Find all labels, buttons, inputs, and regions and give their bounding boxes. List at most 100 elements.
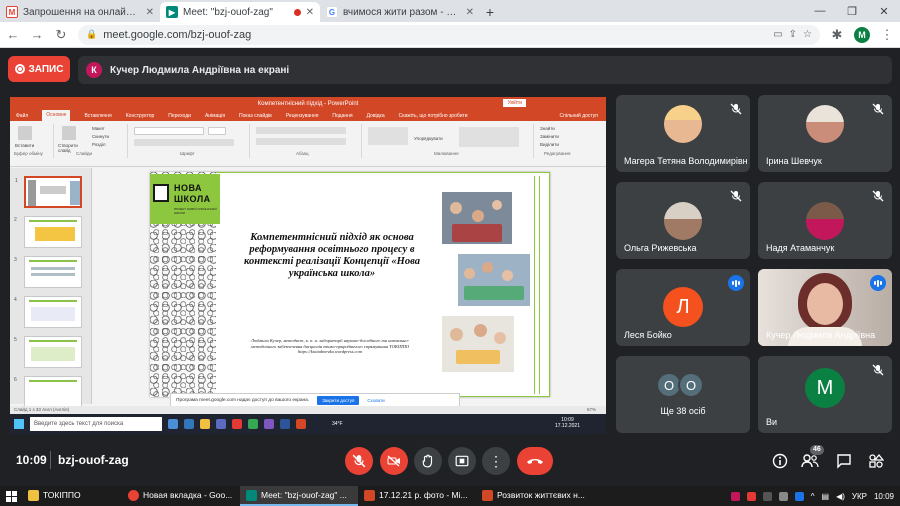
- bookmark-star-icon[interactable]: ☆: [803, 29, 812, 40]
- restore-icon[interactable]: ❐: [836, 0, 868, 22]
- tray-app-icon[interactable]: [762, 491, 772, 501]
- language-indicator[interactable]: УКР: [852, 492, 867, 501]
- recording-badge[interactable]: ЗАПИС: [8, 56, 70, 82]
- gmail-icon: M: [6, 6, 18, 18]
- end-call-button[interactable]: [517, 447, 553, 475]
- slide-status: Слайд 1 з 33 Англ (Англія): [14, 407, 70, 412]
- participant-tile[interactable]: Надя Атаманчук: [758, 182, 892, 259]
- tab-gmail[interactable]: M Запрошення на онлайн-треніг ✕: [0, 2, 160, 22]
- children-photo: [442, 316, 514, 372]
- participant-tile[interactable]: Л Леся Бойко: [616, 269, 750, 346]
- slide-thumb: 5: [14, 336, 82, 368]
- meeting-details-button[interactable]: [770, 451, 790, 471]
- bluetooth-icon[interactable]: [794, 491, 804, 501]
- new-slide-icon: [62, 126, 76, 140]
- forward-icon[interactable]: →: [30, 27, 44, 42]
- mic-toggle-button[interactable]: [345, 447, 373, 475]
- more-options-button[interactable]: ⋮: [482, 447, 510, 475]
- taskbar-item-folder[interactable]: ТОКІППО: [22, 486, 122, 506]
- slide-thumbnails: 1 2 3 4 5 6: [10, 168, 92, 408]
- meet-icon: [246, 489, 257, 501]
- video-camera-icon[interactable]: ▭: [773, 29, 782, 40]
- tab-meet[interactable]: ▶ Meet: "bzj-ouof-zag" ✕: [160, 2, 320, 22]
- participant-name: Кучер Людмила Андріївна: [766, 330, 876, 340]
- present-screen-button[interactable]: [448, 447, 476, 475]
- activities-button[interactable]: [866, 451, 886, 471]
- volume-icon[interactable]: ◀): [836, 492, 845, 501]
- self-avatar: M: [805, 368, 845, 408]
- tray-app-icon[interactable]: [778, 491, 788, 501]
- slide-thumb: 2: [14, 216, 82, 248]
- mic-off-icon: [352, 454, 366, 468]
- slide-thumb: 3: [14, 256, 82, 288]
- taskbar-clock[interactable]: 10:09: [874, 492, 894, 501]
- participant-tile[interactable]: Магера Тетяна Володимирівна: [616, 95, 750, 172]
- alignment-icons: [256, 138, 346, 145]
- tray-app-icon[interactable]: [746, 491, 756, 501]
- shapes-gallery: [368, 127, 408, 145]
- mic-off-icon: [730, 190, 742, 202]
- menu-icon[interactable]: ⋮: [880, 27, 894, 43]
- info-icon: [772, 453, 788, 469]
- present-icon: [455, 455, 469, 467]
- editing-group: Знайти Замінити Виділити Редагування: [536, 124, 602, 158]
- participant-name: Магера Тетяна Володимирівна: [624, 156, 748, 166]
- reload-icon[interactable]: ↻: [54, 27, 68, 43]
- people-button[interactable]: 46: [800, 445, 824, 471]
- close-icon[interactable]: ✕: [146, 7, 154, 18]
- presenting-text: Кучер Людмила Андріївна на екрані: [110, 64, 290, 76]
- show-hidden-icon[interactable]: ^: [811, 492, 815, 501]
- extensions-icon[interactable]: ✱: [830, 27, 844, 43]
- camera-toggle-button[interactable]: [380, 447, 408, 475]
- lock-icon[interactable]: 🔒: [86, 29, 97, 40]
- minimize-icon[interactable]: —: [804, 0, 836, 22]
- share-link: Спільний доступ: [559, 112, 598, 119]
- url-text[interactable]: meet.google.com/bzj-ouof-zag: [103, 29, 767, 41]
- tell-me-box: Скажіть, що потрібно зробити: [398, 112, 468, 119]
- clock-date: 17.12.2021: [554, 423, 580, 429]
- taskbar-item-photos[interactable]: 17.12.21 р. фото - Mi...: [358, 486, 476, 506]
- group-label: Слайди: [76, 151, 93, 156]
- slide-title: Компетентнісний підхід як основа реформу…: [244, 232, 420, 279]
- tray-app-icon[interactable]: [730, 491, 740, 501]
- new-tab-button[interactable]: +: [480, 2, 500, 22]
- taskbar-item-presentation[interactable]: Розвиток життєвих н...: [476, 486, 594, 506]
- meet-control-bar: 10:09 bzj-ouof-zag ⋮ 46: [0, 441, 900, 481]
- close-icon[interactable]: ✕: [466, 7, 474, 18]
- quick-styles: [459, 127, 519, 147]
- network-icon[interactable]: ▤: [822, 492, 830, 501]
- paragraph-group: Абзац: [252, 124, 362, 158]
- meet-icon: ▶: [166, 6, 178, 18]
- self-tile[interactable]: M Ви: [758, 356, 892, 433]
- back-icon[interactable]: ←: [6, 27, 20, 42]
- arrange-label: Упорядкувати: [414, 136, 443, 141]
- close-icon[interactable]: ✕: [306, 7, 314, 18]
- omnibox[interactable]: 🔒 meet.google.com/bzj-ouof-zag ▭ ⇪ ☆: [78, 24, 820, 45]
- reset-label: Скинути: [92, 134, 110, 139]
- tab-google-search[interactable]: G вчимося жити разом - Пошук G ✕: [320, 2, 480, 22]
- stop-sharing-button: Закрити доступ: [317, 395, 360, 405]
- mic-off-icon: [872, 103, 884, 115]
- mic-off-icon: [872, 190, 884, 202]
- more-participants-tile[interactable]: О О Ще 38 осіб: [616, 356, 750, 433]
- participant-photo: [664, 202, 702, 240]
- ribbon-tab: Показ слайдів: [239, 112, 272, 119]
- participant-tile-video[interactable]: Кучер Людмила Андріївна: [758, 269, 892, 346]
- share-icon[interactable]: ⇪: [789, 29, 797, 40]
- recording-indicator-icon: [293, 8, 301, 16]
- close-window-icon[interactable]: ✕: [868, 0, 900, 22]
- participant-photo: [806, 202, 844, 240]
- participant-tile[interactable]: Ольга Рижевська: [616, 182, 750, 259]
- profile-avatar[interactable]: M: [854, 26, 870, 43]
- participant-tile[interactable]: Ірина Шевчук: [758, 95, 892, 172]
- powerpoint-icon: [482, 489, 493, 501]
- screen-share-notice: Програма meet.google.com надає доступ до…: [170, 393, 460, 407]
- chat-button[interactable]: [834, 451, 854, 471]
- raise-hand-button[interactable]: [414, 447, 442, 475]
- start-button[interactable]: [0, 490, 22, 502]
- group-label: Малювання: [434, 151, 459, 156]
- window-controls: — ❐ ✕: [804, 0, 900, 22]
- taskbar-item-meet[interactable]: Meet: "bzj-ouof-zag" ...: [240, 486, 358, 506]
- taskbar-item-label: Розвиток життєвих н...: [497, 490, 585, 500]
- taskbar-item-chrome[interactable]: Новая вкладка - Goo...: [122, 486, 240, 506]
